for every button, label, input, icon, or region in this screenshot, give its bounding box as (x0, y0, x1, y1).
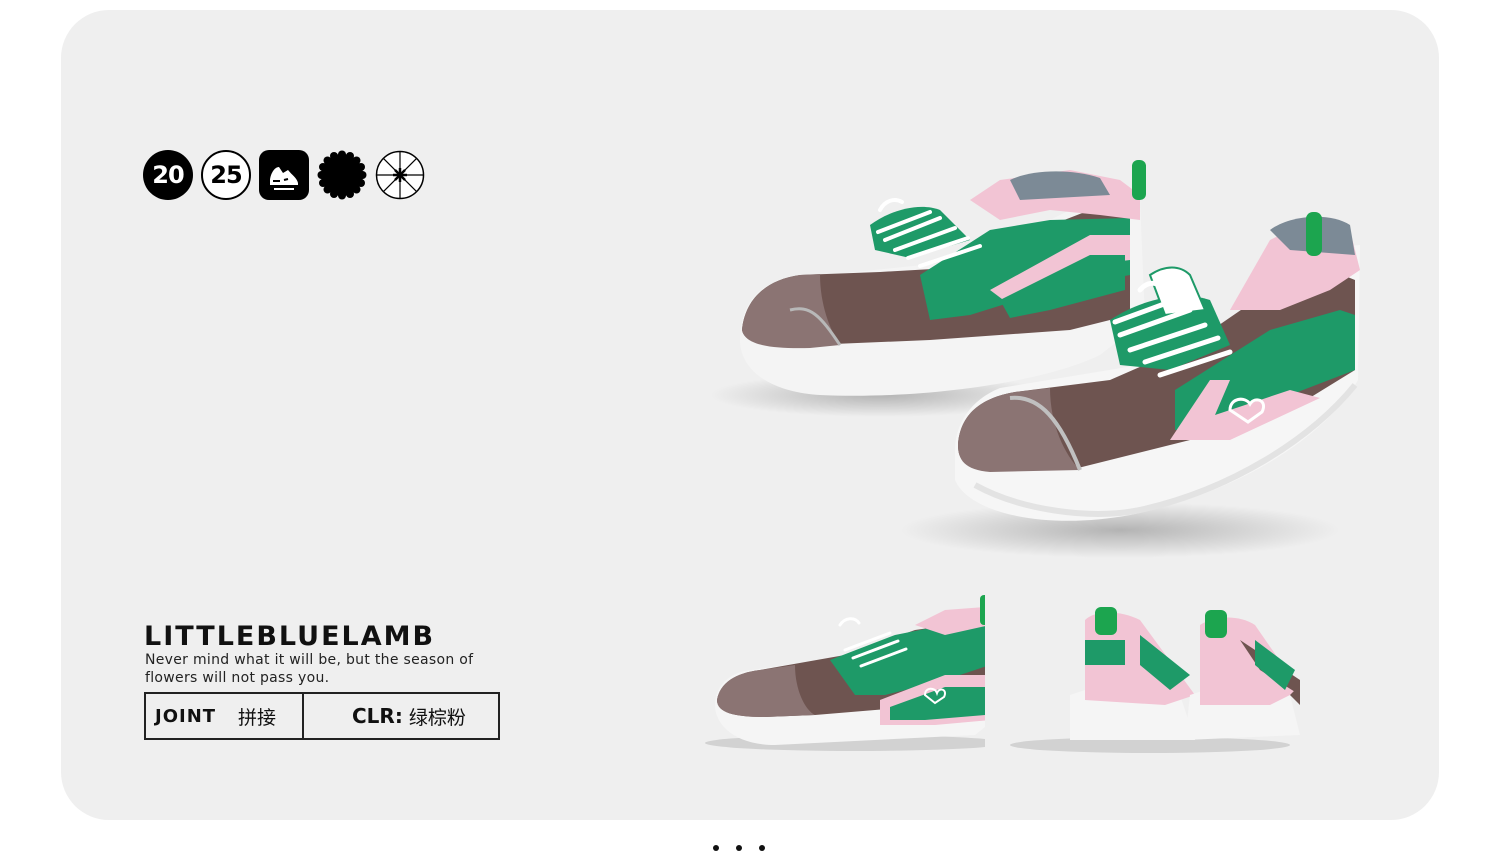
spec-color-key: CLR: (352, 704, 403, 728)
year-second-text: 25 (210, 161, 242, 189)
shoe-side-view-image (705, 595, 985, 751)
badge-row: 20 25 (143, 150, 425, 200)
year-badge-second: 25 (201, 150, 251, 200)
shoe-pair-image (710, 160, 1360, 558)
spec-joint-cell: JOINT 拼接 (146, 694, 304, 738)
year-first-text: 20 (152, 161, 184, 189)
spec-color-value: 绿棕粉 (408, 706, 466, 729)
pager-dot[interactable] (713, 845, 719, 851)
shoe-back-view-image (1010, 607, 1300, 753)
asterisk-circle-icon (375, 150, 425, 200)
shoe-icon (259, 150, 309, 200)
spec-color-cell: CLR: 绿棕粉 (304, 694, 498, 738)
spec-box: JOINT 拼接 CLR: 绿棕粉 (144, 692, 500, 740)
year-badge-first: 20 (143, 150, 193, 200)
brand-name: LITTLEBLUELAMB (144, 621, 436, 652)
pager-dot[interactable] (736, 845, 742, 851)
pager-dot[interactable] (759, 845, 765, 851)
spec-joint-value: 拼接 (238, 706, 277, 729)
brand-tagline: Never mind what it will be, but the seas… (145, 652, 474, 686)
scalloped-badge-icon (317, 150, 367, 200)
back-shoe (740, 160, 1146, 396)
pager-dots[interactable] (713, 845, 765, 851)
spec-joint-key: JOINT (155, 705, 217, 727)
